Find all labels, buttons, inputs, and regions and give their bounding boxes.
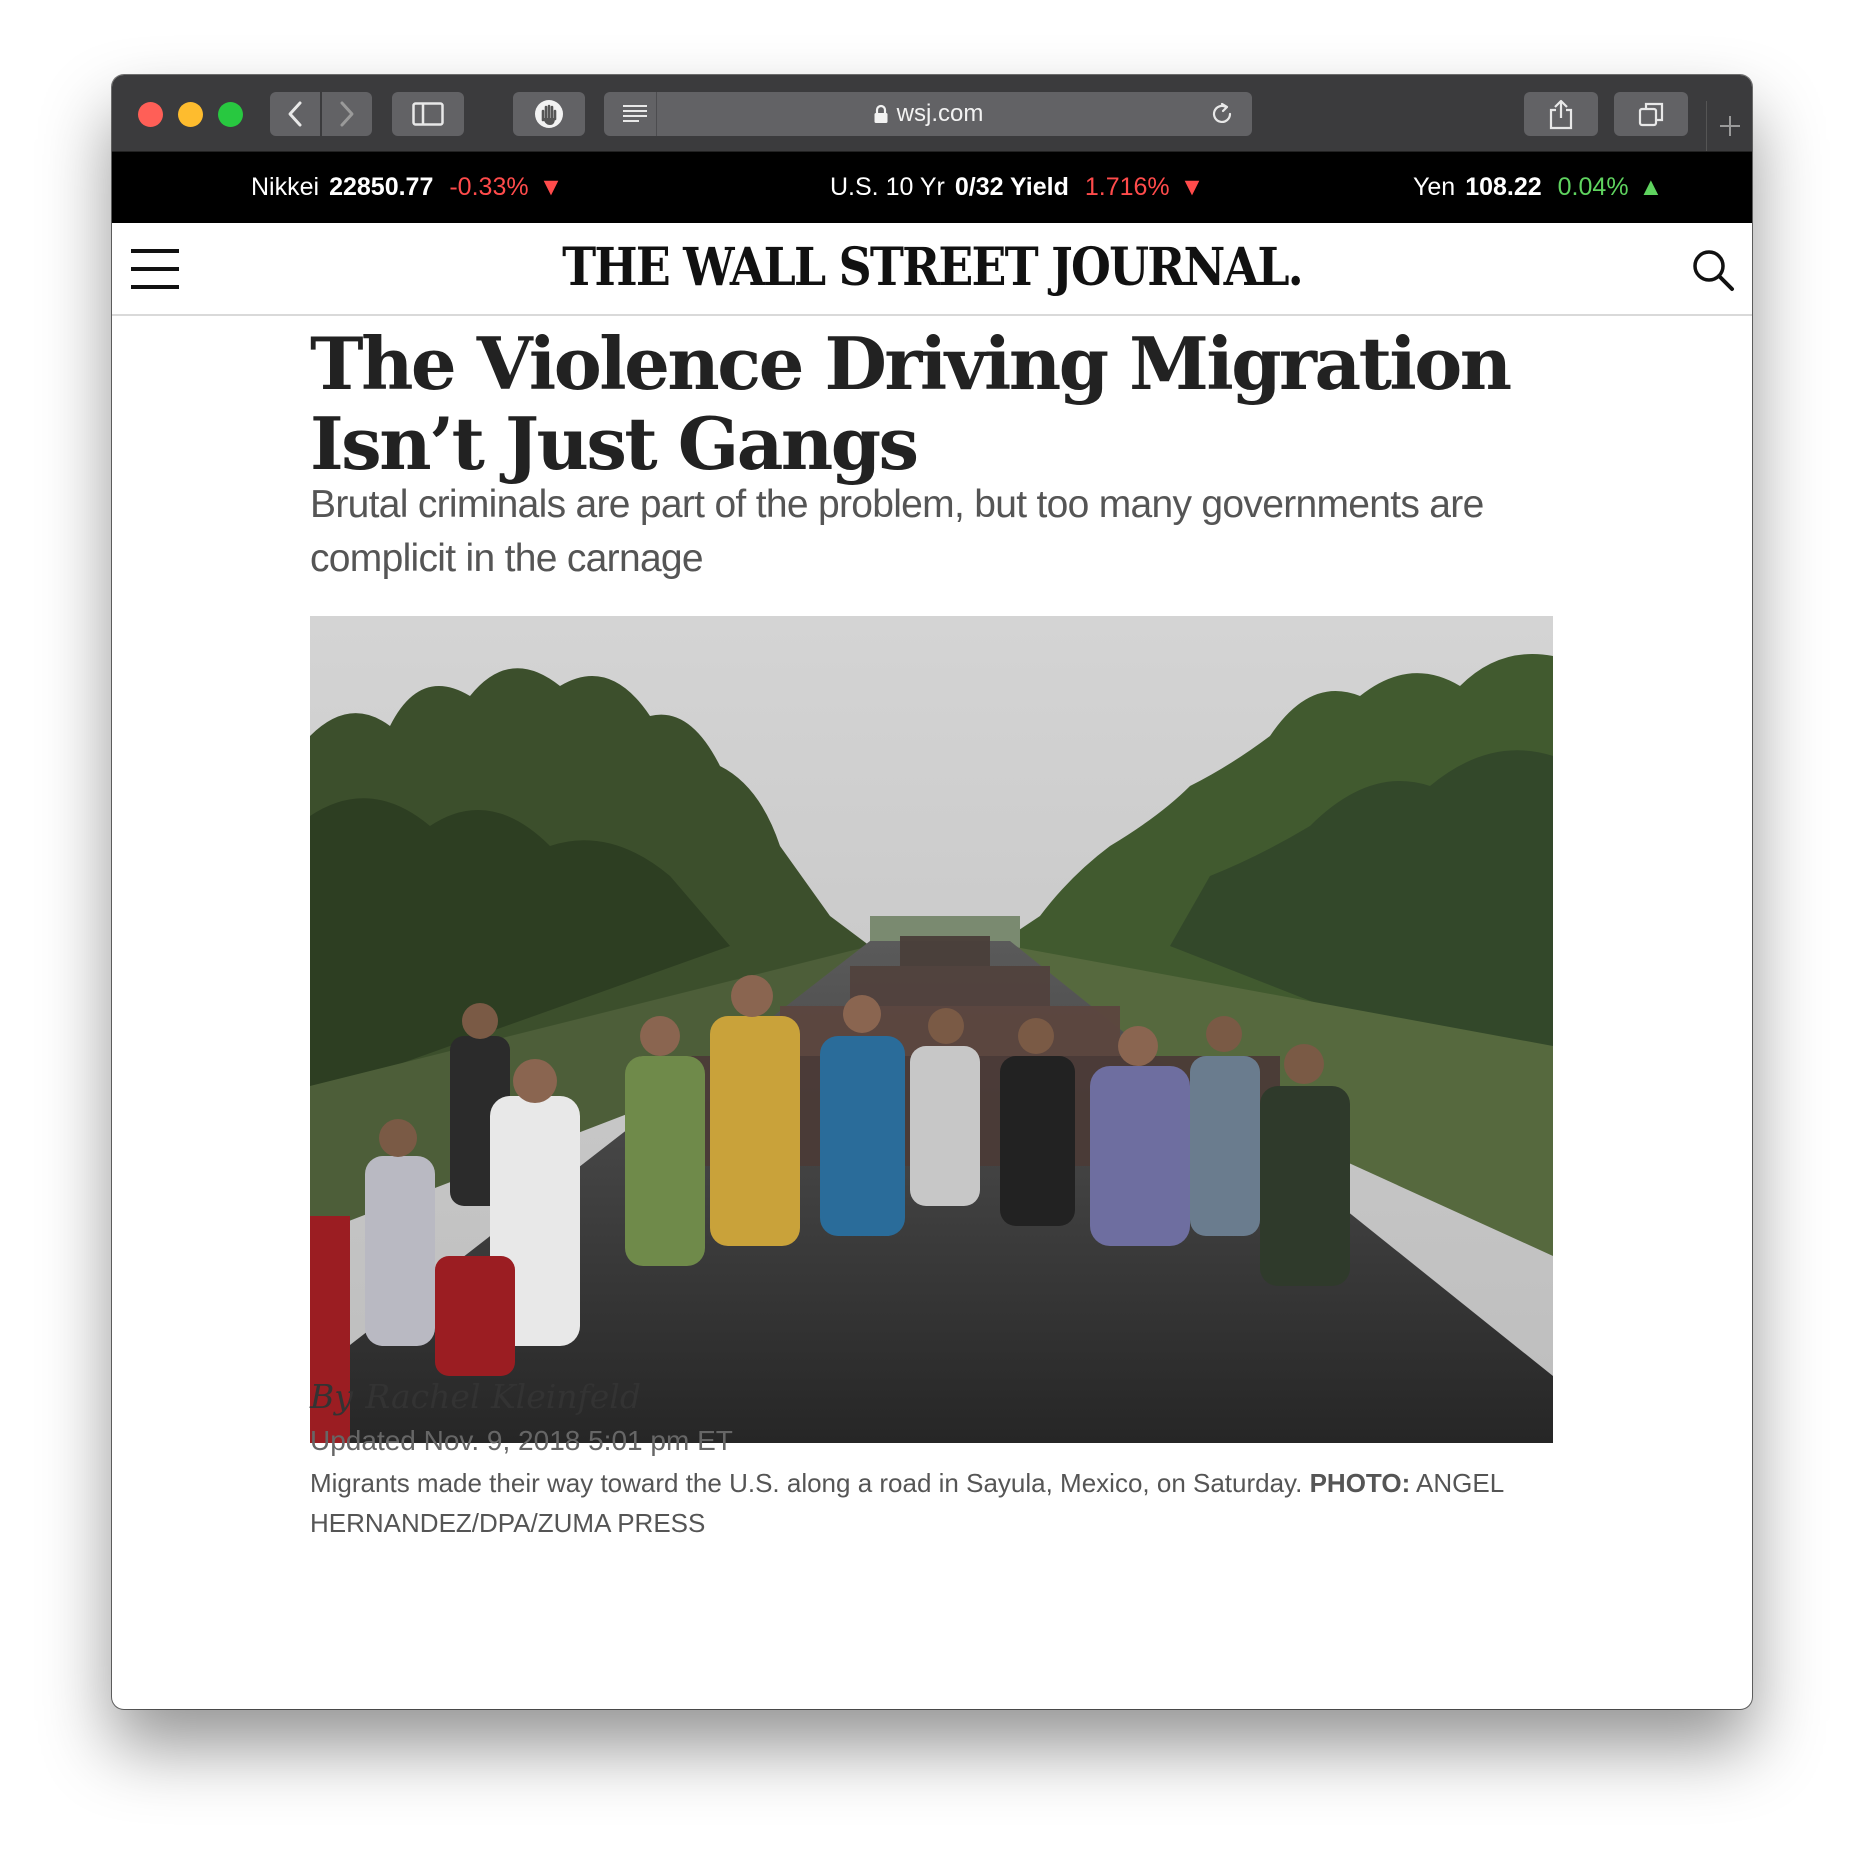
byline: By Rachel Kleinfeld xyxy=(310,1377,641,1416)
new-tab-button[interactable] xyxy=(1706,101,1752,151)
masthead-logo[interactable]: THE WALL STREET JOURNAL. xyxy=(210,237,1653,298)
forward-button[interactable] xyxy=(322,92,372,136)
article-headline: The Violence Driving Migration Isn’t Jus… xyxy=(310,321,1512,486)
ticker-value: 108.22 xyxy=(1465,173,1542,201)
market-ticker: Nikkei 22850.77 -0.33% ▼ U.S. 10 Yr 0/32… xyxy=(112,152,1752,223)
search-icon[interactable] xyxy=(1690,247,1736,293)
tabs-overview-button[interactable] xyxy=(1614,92,1688,136)
address-bar[interactable]: wsj.com xyxy=(604,92,1252,136)
tabs-icon xyxy=(1638,102,1664,127)
ticker-change: -0.33% xyxy=(449,173,529,201)
close-window-button[interactable] xyxy=(138,102,163,127)
share-button[interactable] xyxy=(1524,92,1598,136)
ticker-value: 22850.77 xyxy=(329,173,434,201)
back-button[interactable] xyxy=(270,92,320,136)
article-dek: Brutal criminals are part of the problem… xyxy=(310,483,1484,580)
photo-credit-label: PHOTO: xyxy=(1309,1468,1411,1498)
caption-text: Migrants made their way toward the U.S. … xyxy=(310,1468,1303,1498)
share-icon xyxy=(1549,99,1573,130)
ticker-change: 0.04% xyxy=(1557,173,1629,201)
byline-prefix: By xyxy=(310,1377,353,1416)
down-arrow-icon: ▼ xyxy=(538,173,564,201)
extension-button[interactable] xyxy=(513,92,585,136)
chevron-left-icon xyxy=(288,101,302,127)
photo-caption: Migrants made their way toward the U.S. … xyxy=(310,1463,1560,1543)
down-arrow-icon: ▼ xyxy=(1179,173,1205,201)
ticker-item-us10yr[interactable]: U.S. 10 Yr 0/32 Yield 1.716% ▼ xyxy=(830,152,1204,223)
url-text: wsj.com xyxy=(896,100,984,127)
browser-toolbar: wsj.com xyxy=(112,75,1752,152)
migrants-road-photo xyxy=(310,616,1553,1443)
url-display[interactable]: wsj.com xyxy=(604,92,1252,136)
ticker-change: 1.716% xyxy=(1084,173,1170,201)
zoom-window-button[interactable] xyxy=(218,102,243,127)
site-header: THE WALL STREET JOURNAL. xyxy=(112,223,1752,316)
article: The Violence Driving Migration Isn’t Jus… xyxy=(112,316,1752,1709)
updated-timestamp: Updated Nov. 9, 2018 5:01 pm ET xyxy=(310,1425,733,1456)
sidebar-icon xyxy=(412,102,444,126)
hamburger-menu-icon[interactable] xyxy=(131,249,179,289)
author-link[interactable]: Rachel Kleinfeld xyxy=(365,1377,641,1416)
lock-icon xyxy=(874,104,888,123)
reload-icon xyxy=(1212,102,1232,123)
ticker-item-nikkei[interactable]: Nikkei 22850.77 -0.33% ▼ xyxy=(251,152,563,223)
hand-icon xyxy=(535,100,563,128)
ticker-name: Nikkei xyxy=(251,173,320,201)
ticker-name: U.S. 10 Yr xyxy=(830,173,945,201)
reload-button[interactable] xyxy=(1202,92,1242,136)
ticker-value: 0/32 Yield xyxy=(954,173,1069,201)
chevron-right-icon xyxy=(340,101,354,127)
sidebar-button[interactable] xyxy=(392,92,464,136)
ticker-item-yen[interactable]: Yen 108.22 0.04% ▲ xyxy=(1413,152,1663,223)
up-arrow-icon: ▲ xyxy=(1638,173,1664,201)
plus-icon xyxy=(1720,116,1740,136)
article-photo[interactable] xyxy=(310,616,1553,1443)
ticker-name: Yen xyxy=(1413,173,1456,201)
minimize-window-button[interactable] xyxy=(178,102,203,127)
browser-window: wsj.com Nikkei 22850.77 -0.33% ▼ U.S. 10… xyxy=(112,75,1752,1709)
